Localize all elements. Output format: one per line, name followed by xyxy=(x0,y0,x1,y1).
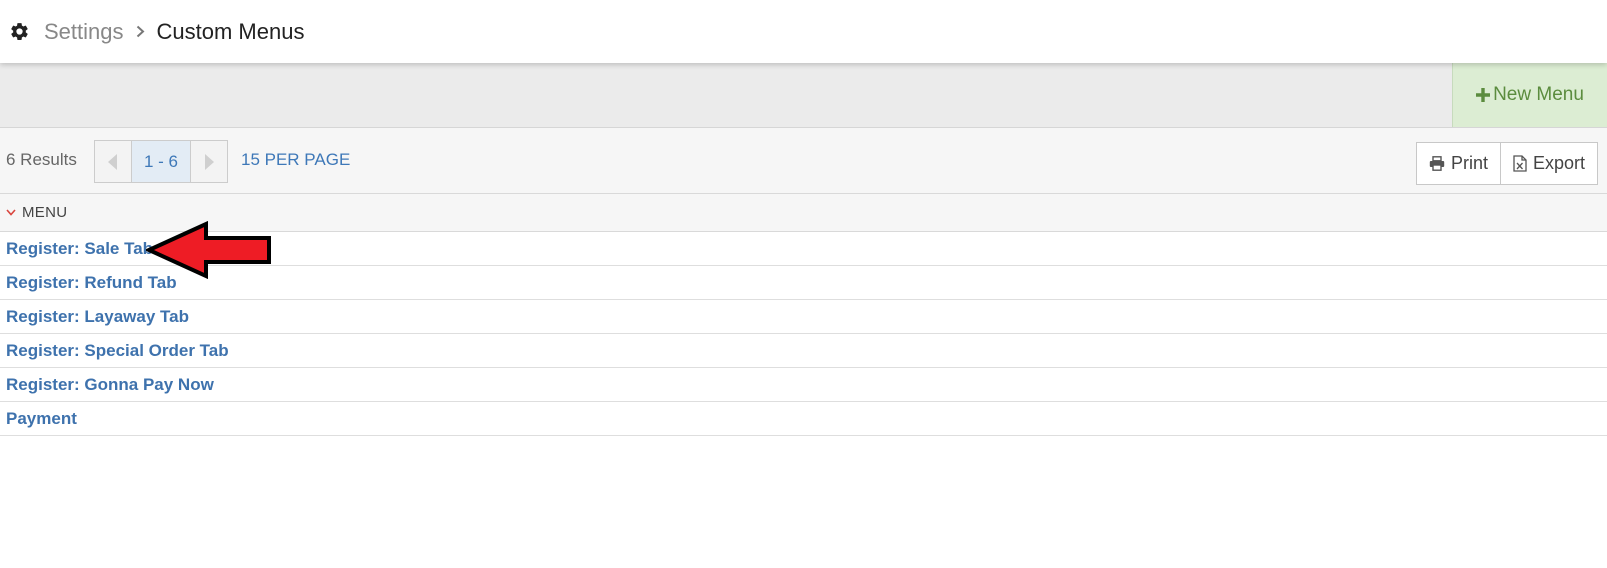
menu-link[interactable]: Register: Gonna Pay Now xyxy=(6,375,214,395)
menu-link[interactable]: Register: Layaway Tab xyxy=(6,307,189,327)
table-row: Register: Layaway Tab xyxy=(0,300,1607,334)
export-button[interactable]: Export xyxy=(1499,143,1597,184)
pager: 1 - 6 xyxy=(94,140,228,183)
gear-icon[interactable] xyxy=(9,21,30,42)
results-count: 6 Results xyxy=(6,150,77,169)
menu-link[interactable]: Payment xyxy=(6,409,77,429)
page-header: Settings Custom Menus xyxy=(0,0,1607,63)
caret-right-icon[interactable] xyxy=(191,141,227,182)
caret-left-icon[interactable] xyxy=(95,141,131,182)
new-menu-label: New Menu xyxy=(1493,84,1584,105)
toolbar: New Menu xyxy=(0,63,1607,128)
excel-file-icon xyxy=(1513,155,1527,172)
chevron-down-icon xyxy=(6,209,16,216)
print-button[interactable]: Print xyxy=(1417,143,1500,184)
export-label: Export xyxy=(1532,153,1585,173)
menu-link[interactable]: Register: Sale Tab xyxy=(6,239,153,259)
page-title: Custom Menus xyxy=(156,18,305,44)
table-row: Register: Gonna Pay Now xyxy=(0,368,1607,402)
chevron-right-icon xyxy=(136,23,145,41)
menu-link[interactable]: Register: Special Order Tab xyxy=(6,341,229,361)
table-row: Payment xyxy=(0,402,1607,436)
print-label: Print xyxy=(1450,153,1488,173)
new-menu-button[interactable]: New Menu xyxy=(1452,63,1607,127)
pagination-bar: 6 Results 1 - 6 15 PER PAGE Print Export xyxy=(0,128,1607,194)
export-button-group: Print Export xyxy=(1415,142,1598,185)
breadcrumb-settings[interactable]: Settings xyxy=(44,19,124,45)
page-range[interactable]: 1 - 6 xyxy=(131,141,191,182)
per-page-selector[interactable]: 15 PER PAGE xyxy=(241,150,350,170)
table-row: Register: Special Order Tab xyxy=(0,334,1607,368)
printer-icon xyxy=(1429,156,1445,171)
red-arrow-icon xyxy=(146,221,271,279)
column-header-label: MENU xyxy=(22,204,68,221)
plus-icon xyxy=(1476,84,1491,106)
